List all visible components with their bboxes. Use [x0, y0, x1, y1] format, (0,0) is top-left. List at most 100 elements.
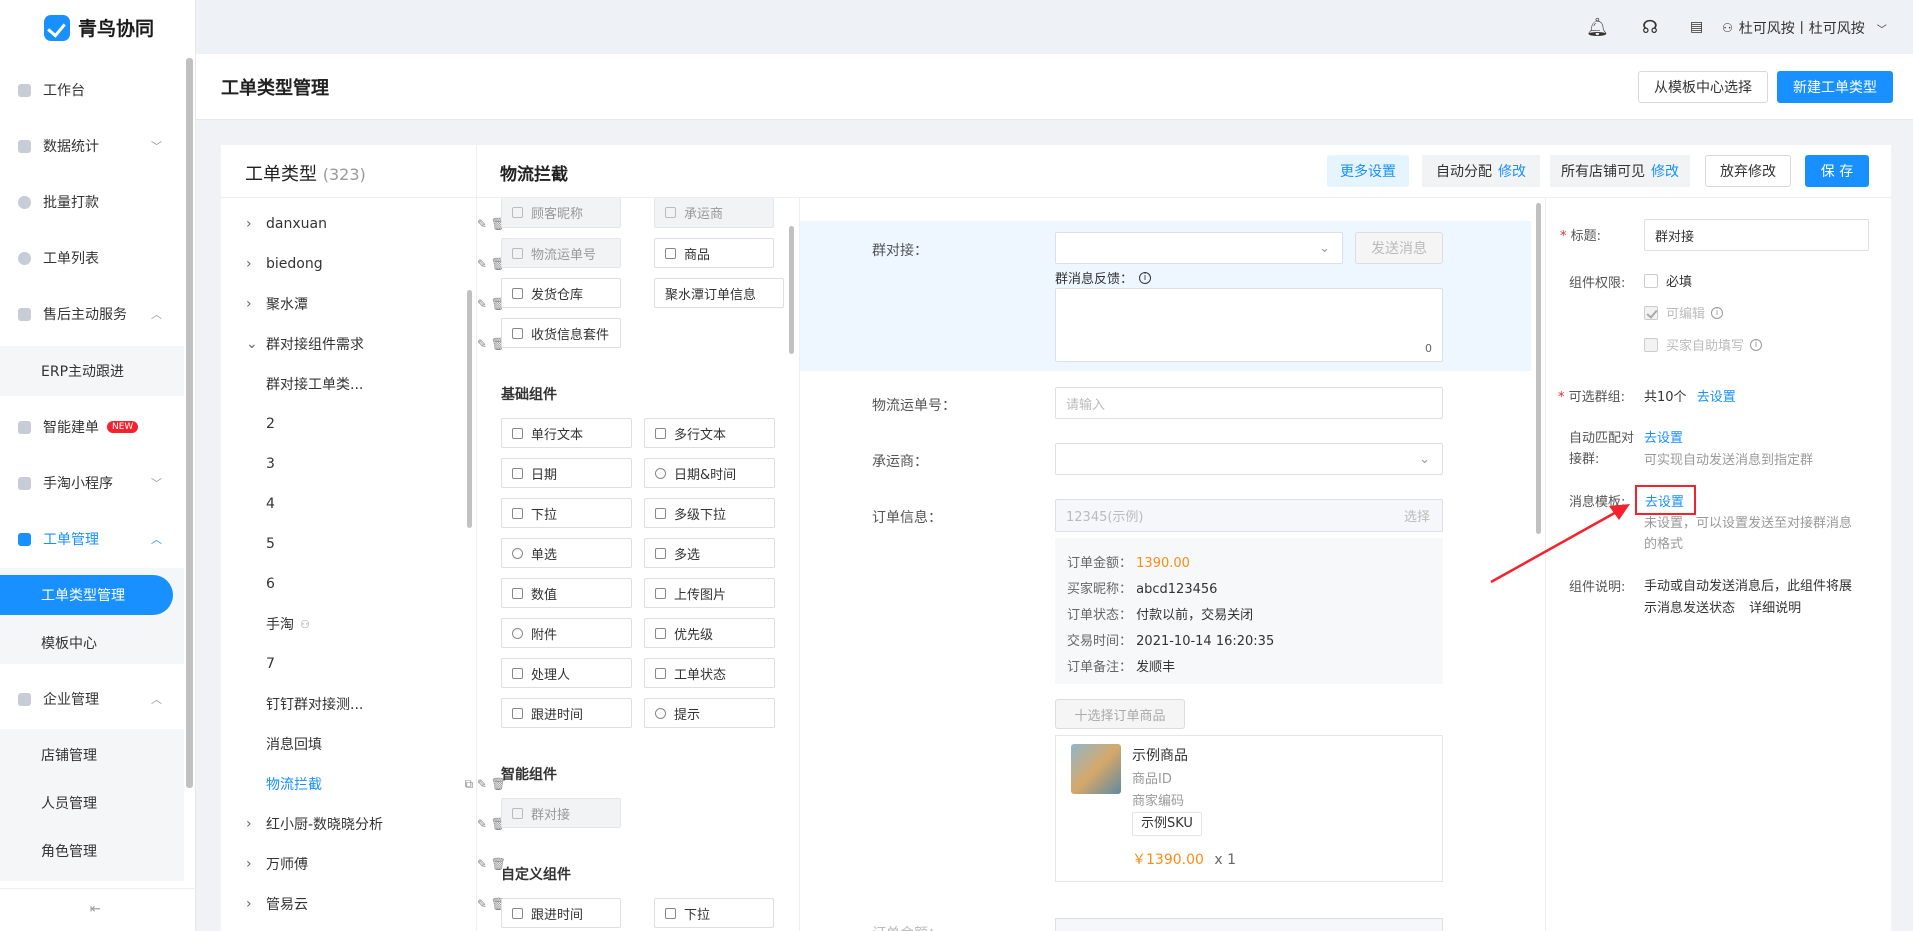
- chevron-down-icon: ﹀: [151, 477, 162, 490]
- sidebar-item-erp[interactable]: ERP主动跟进: [0, 347, 184, 395]
- component-attachment[interactable]: 附件: [501, 618, 632, 648]
- tree-scrollbar[interactable]: [467, 290, 472, 528]
- component-receiver-info[interactable]: 收货信息套件: [501, 318, 621, 348]
- discard-button[interactable]: 放弃修改: [1705, 155, 1791, 187]
- tree-child[interactable]: 钉钉群对接测...: [246, 684, 506, 724]
- info-icon: [655, 707, 666, 719]
- select-link[interactable]: 选择: [1404, 506, 1430, 525]
- component-warehouse[interactable]: 发货仓库: [501, 278, 621, 308]
- tree-item[interactable]: › 管易云 ✎ 🗑︎: [246, 884, 506, 924]
- sidebar-item-ticket-types[interactable]: 工单类型管理: [0, 571, 184, 619]
- sidebar-item-ticket-mgmt[interactable]: 工单管理 ︿: [0, 515, 184, 563]
- chevron-right-icon: ›: [246, 856, 252, 872]
- coin-icon: [18, 195, 31, 209]
- tree-item[interactable]: › danxuan ✎ 🗑︎: [246, 204, 506, 244]
- arrow-head: [1609, 504, 1630, 520]
- sidebar-item-miniapp[interactable]: 手淘小程序 ﹀: [0, 459, 184, 507]
- prop-title-label: * 标题:: [1560, 229, 1602, 244]
- tree-child[interactable]: 5: [246, 524, 506, 564]
- select-order-goods-button[interactable]: 十选择订单商品: [1055, 699, 1185, 729]
- buyer-fill-checkbox[interactable]: 买家自助填写 i: [1644, 335, 1763, 354]
- required-checkbox[interactable]: 必填: [1644, 271, 1692, 290]
- feedback-textarea[interactable]: 0: [1055, 288, 1443, 362]
- form-scrollbar[interactable]: [1536, 203, 1541, 534]
- tree-child[interactable]: 消息回填: [246, 724, 506, 764]
- palette-scrollbar[interactable]: [789, 226, 794, 354]
- group-icon: [512, 807, 523, 819]
- component-multi-dropdown[interactable]: 多级下拉: [644, 498, 775, 528]
- next-field-input[interactable]: [1055, 918, 1443, 931]
- component-ticket-status[interactable]: 工单状态: [644, 658, 775, 688]
- hierarchy-icon: [655, 507, 666, 519]
- tree-item[interactable]: › 红小厨-数晓晓分析 ✎ 🗑︎: [246, 804, 506, 844]
- sidebar-item-stats[interactable]: 数据统计 ﹀: [0, 122, 184, 170]
- carrier-select[interactable]: ⌄: [1055, 443, 1443, 475]
- component-handler[interactable]: 处理人: [501, 658, 632, 688]
- sidebar-scrollbar[interactable]: [186, 58, 193, 788]
- component-number[interactable]: 数值: [501, 578, 632, 608]
- order-select-input[interactable]: 12345(示例) 选择: [1055, 499, 1443, 532]
- person-icon: [512, 207, 523, 218]
- from-template-button[interactable]: 从模板中心选择: [1638, 71, 1768, 103]
- shop-visibility-modify-link[interactable]: 修改: [1651, 161, 1679, 181]
- app-logo[interactable]: 青鸟协同: [44, 14, 154, 41]
- sidebar-item-smart-create[interactable]: 智能建单 NEW: [0, 403, 184, 451]
- goods-price: ￥1390.00: [1132, 852, 1204, 868]
- component-tip[interactable]: 提示: [644, 698, 775, 728]
- auto-match-settings-link[interactable]: 去设置: [1644, 428, 1813, 450]
- user-menu[interactable]: ⚇ 杜可风按丨杜可风按 ﹀: [1722, 18, 1887, 38]
- collapse-icon[interactable]: ⇤: [90, 902, 101, 917]
- prop-title-input[interactable]: 群对接: [1644, 219, 1869, 251]
- sidebar-item-ticket-list[interactable]: 工单列表: [0, 234, 184, 282]
- detail-link[interactable]: 详细说明: [1749, 601, 1801, 616]
- tree-child[interactable]: 手淘 ⚇: [246, 604, 506, 644]
- sidebar-item-workbench[interactable]: 工作台: [0, 66, 184, 114]
- more-settings-button[interactable]: 更多设置: [1327, 155, 1409, 187]
- component-priority[interactable]: 优先级: [644, 618, 775, 648]
- component-jst-order[interactable]: 聚水潭订单信息: [654, 278, 784, 308]
- sidebar-item-enterprise[interactable]: 企业管理 ︿: [0, 675, 184, 723]
- component-goods[interactable]: 商品: [654, 238, 774, 268]
- auto-assign-modify-link[interactable]: 修改: [1498, 161, 1526, 181]
- notes-icon[interactable]: ▤: [1690, 19, 1703, 35]
- tree-child[interactable]: 6: [246, 564, 506, 604]
- component-checkbox[interactable]: 多选: [644, 538, 775, 568]
- component-single-text[interactable]: 单行文本: [501, 418, 632, 448]
- component-customer-nick[interactable]: 顾客昵称: [501, 198, 621, 228]
- tree-item[interactable]: › 万师傅 ✎ 🗑︎: [246, 844, 506, 884]
- send-message-button[interactable]: 发送消息: [1355, 232, 1443, 264]
- text-icon: [512, 427, 523, 439]
- component-group-link[interactable]: 群对接: [501, 798, 621, 828]
- person-icon: [512, 667, 523, 679]
- group-select[interactable]: ⌄: [1055, 232, 1343, 264]
- tracking-input[interactable]: 请输入: [1055, 387, 1443, 419]
- component-custom-follow-time[interactable]: 跟进时间: [501, 898, 621, 928]
- component-follow-time[interactable]: 跟进时间: [501, 698, 632, 728]
- bell-icon[interactable]: 🔔︎: [1586, 17, 1609, 38]
- component-carrier[interactable]: 承运商: [654, 198, 774, 228]
- sidebar-item-staff[interactable]: 人员管理: [0, 779, 184, 827]
- sidebar-item-shops[interactable]: 店铺管理: [0, 731, 184, 779]
- chevron-right-icon: ›: [246, 216, 252, 232]
- sidebar-item-roles[interactable]: 角色管理: [0, 827, 184, 875]
- component-image-upload[interactable]: 上传图片: [644, 578, 775, 608]
- component-datetime[interactable]: 日期&时间: [644, 458, 775, 488]
- tree-item[interactable]: › biedong ✎ 🗑︎: [246, 244, 506, 284]
- sidebar-item-template-center[interactable]: 模板中心: [0, 619, 184, 667]
- new-ticket-type-button[interactable]: 新建工单类型: [1777, 71, 1893, 103]
- editable-checkbox[interactable]: 可编辑 i: [1644, 303, 1724, 322]
- save-button[interactable]: 保 存: [1805, 155, 1869, 187]
- groups-settings-link[interactable]: 去设置: [1697, 390, 1736, 405]
- template-settings-link[interactable]: 去设置: [1645, 491, 1684, 510]
- component-tracking-no[interactable]: 物流运单号: [501, 238, 621, 268]
- sidebar-item-batch-pay[interactable]: 批量打款: [0, 178, 184, 226]
- component-custom-dropdown[interactable]: 下拉: [654, 898, 774, 928]
- component-radio[interactable]: 单选: [501, 538, 632, 568]
- tree-child[interactable]: 7: [246, 644, 506, 684]
- sidebar-item-after-sale[interactable]: 售后主动服务 ︿: [0, 290, 184, 338]
- component-date[interactable]: 日期: [501, 458, 632, 488]
- component-multi-text[interactable]: 多行文本: [644, 418, 775, 448]
- tree-child-active[interactable]: 物流拦截 ⧉ ✎ 🗑︎: [246, 764, 506, 804]
- headset-icon[interactable]: ☊: [1642, 17, 1658, 38]
- component-dropdown[interactable]: 下拉: [501, 498, 632, 528]
